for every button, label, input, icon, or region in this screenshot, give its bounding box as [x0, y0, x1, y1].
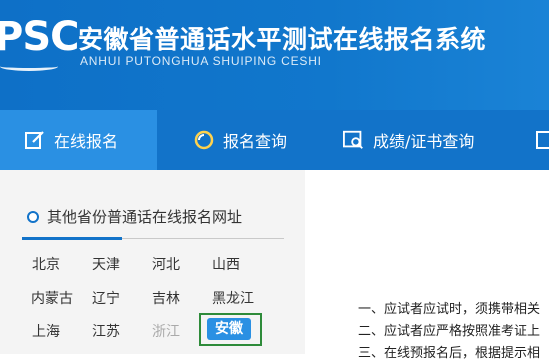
- nav-online-registration[interactable]: 在线报名: [0, 110, 157, 170]
- province-link-neimenggu[interactable]: 内蒙古: [22, 288, 82, 308]
- province-link-zhejiang[interactable]: 浙江: [136, 321, 196, 341]
- selected-province-outline: [199, 313, 262, 346]
- app-subtitle: ANHUI PUTONGHUA SHUIPING CESHI: [80, 54, 322, 68]
- province-link-beijing[interactable]: 北京: [16, 254, 76, 274]
- panel-title: 其他省份普通话在线报名网址: [27, 206, 242, 227]
- logo-swoosh: [0, 62, 58, 71]
- certificate-search-icon: [343, 129, 365, 151]
- panel-title-text: 其他省份普通话在线报名网址: [47, 208, 243, 226]
- bullet-circle-icon: [27, 210, 39, 223]
- province-link-shanghai[interactable]: 上海: [16, 321, 76, 341]
- main-nav: 在线报名 报名查询 成绩/证书查询: [0, 110, 549, 170]
- province-link-hebei[interactable]: 河北: [136, 254, 196, 274]
- nav-more[interactable]: [535, 110, 549, 170]
- psc-logo: PSC: [0, 14, 79, 60]
- notice-panel: 一、应试者应试时，须携带相关 二、应试者应严格按照准考证上 三、在线预报名后，根…: [305, 170, 549, 361]
- province-link-jiangsu[interactable]: 江苏: [76, 321, 136, 341]
- nav-label: 报名查询: [223, 132, 288, 151]
- nav-registration-query[interactable]: 报名查询: [193, 110, 287, 170]
- notice-line-2: 二、应试者应严格按照准考证上: [358, 324, 541, 339]
- title-divider-accent: [22, 237, 122, 240]
- nav-score-certificate-query[interactable]: 成绩/证书查询: [343, 110, 474, 170]
- notice-line-1: 一、应试者应试时，须携带相关: [358, 302, 541, 317]
- province-link-heilongjiang[interactable]: 黑龙江: [203, 288, 263, 308]
- province-link-shanxi[interactable]: 山西: [196, 254, 256, 274]
- search-icon: [193, 129, 215, 151]
- province-link-tianjin[interactable]: 天津: [76, 254, 136, 274]
- document-icon: [535, 129, 549, 151]
- province-link-liaoning[interactable]: 辽宁: [76, 288, 136, 308]
- notice-line-3: 三、在线预报名后，根据提示相: [358, 346, 541, 361]
- nav-label: 成绩/证书查询: [373, 132, 475, 151]
- app-title: 安徽省普通话水平测试在线报名系统: [78, 25, 487, 54]
- header-banner: PSC 安徽省普通话水平测试在线报名系统 ANHUI PUTONGHUA SHU…: [0, 0, 549, 110]
- province-link-jilin[interactable]: 吉林: [136, 288, 196, 308]
- other-provinces-panel: 其他省份普通话在线报名网址 北京 天津 河北 山西 内蒙古 辽宁 吉林 黑龙江 …: [0, 170, 305, 354]
- nav-label: 在线报名: [54, 132, 119, 151]
- edit-icon: [24, 129, 46, 151]
